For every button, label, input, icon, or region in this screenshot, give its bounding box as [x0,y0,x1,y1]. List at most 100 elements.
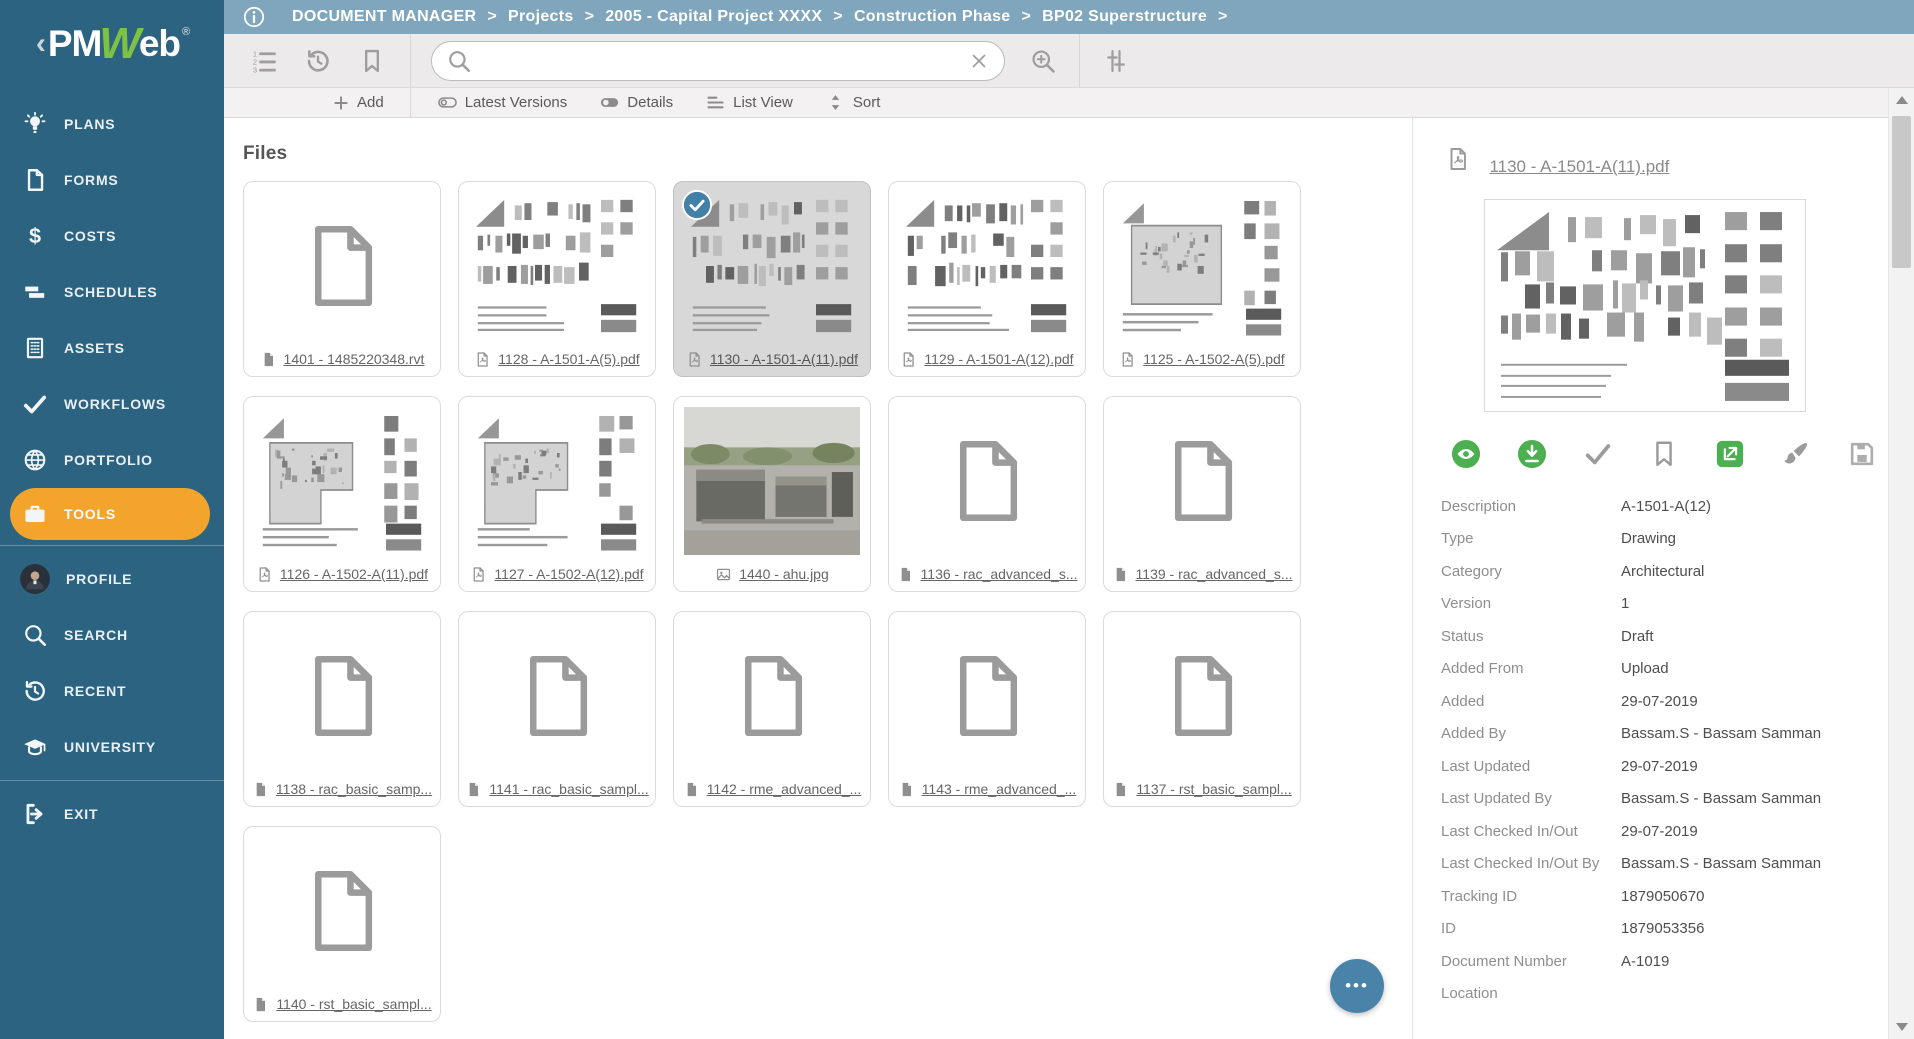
pdf-icon [686,351,703,368]
action-bookmark-button[interactable] [1649,439,1679,469]
file-name-link[interactable]: 1127 - A-1502-A(12).pdf [494,566,643,582]
file-card[interactable]: 1401 - 1485220348.rvt [243,181,441,377]
bookmark-button[interactable] [356,45,388,77]
sidebar-item-schedules[interactable]: SCHEDULES [0,264,224,320]
toolbar-details-button[interactable]: Details [583,88,689,117]
sidebar-item-profile[interactable]: PROFILE [0,551,224,607]
building-icon [22,335,48,361]
action-download-button[interactable] [1517,439,1547,469]
file-name-link[interactable]: 1128 - A-1501-A(5).pdf [498,351,639,367]
sidebar-item-plans[interactable]: PLANS [0,96,224,152]
action-save-button[interactable] [1847,439,1877,469]
file-card[interactable]: 1136 - rac_advanced_s... [888,396,1086,592]
file-card[interactable]: 1141 - rac_basic_sampl... [458,611,656,807]
sidebar-item-forms[interactable]: FORMS [0,152,224,208]
filter-settings-button[interactable] [1100,45,1132,77]
sidebar-item-label: EXIT [64,806,98,822]
file-name-link[interactable]: 1143 - rme_advanced_... [922,781,1077,797]
file-card[interactable]: 1128 - A-1501-A(5).pdf [458,181,656,377]
toolbar-divider [410,34,411,87]
field-label: Added From [1441,660,1621,677]
file-thumbnail [254,192,430,340]
sidebar-item-exit[interactable]: EXIT [0,786,224,842]
sidebar-divider [0,780,224,781]
avatar [20,564,50,594]
sidebar-item-costs[interactable]: $COSTS [0,208,224,264]
file-card[interactable]: 1138 - rac_basic_samp... [243,611,441,807]
sidebar-item-workflows[interactable]: WORKFLOWS [0,376,224,432]
file-preview[interactable] [1484,199,1806,412]
file-card[interactable]: 1126 - A-1502-A(11).pdf [243,396,441,592]
toolbar-list-view-button[interactable]: List View [689,88,809,117]
action-open-edit-button[interactable] [1715,439,1745,469]
file-name-link[interactable]: 1125 - A-1502-A(5).pdf [1143,351,1284,367]
sidebar-item-tools[interactable]: TOOLS [10,488,210,540]
file-name-link[interactable]: 1139 - rac_advanced_s... [1136,566,1293,582]
more-options-button[interactable]: ••• [1330,959,1384,1013]
breadcrumb-separator: > [585,8,595,26]
document-icon [22,167,48,193]
file-card[interactable]: 1125 - A-1502-A(5).pdf [1103,181,1301,377]
file-label: 1139 - rac_advanced_s... [1104,557,1300,591]
file-card[interactable]: 1127 - A-1502-A(12).pdf [458,396,656,592]
action-check-in-out-button[interactable] [1583,439,1613,469]
exit-icon [22,801,48,827]
file-name-link[interactable]: 1130 - A-1501-A(11).pdf [710,351,858,367]
breadcrumb-item[interactable]: BP02 Superstructure [1042,8,1207,26]
action-markup-brush-button[interactable] [1781,439,1811,469]
zoom-search-button[interactable] [1027,45,1059,77]
file-card[interactable]: 1139 - rac_advanced_s... [1103,396,1301,592]
scrollbar-thumb[interactable] [1892,116,1911,268]
toolbar-latest-versions-button[interactable]: Latest Versions [421,88,584,117]
file-name-link[interactable]: 1142 - rme_advanced_... [707,781,862,797]
selected-file-link[interactable]: 1130 - A-1501-A(11).pdf [1489,157,1669,177]
toggle-off-icon [437,92,458,113]
toolbar-divider [410,88,411,118]
search-input[interactable] [482,42,956,80]
breadcrumb-item[interactable]: DOCUMENT MANAGER [292,8,476,26]
toolbar-sort-button[interactable]: Sort [809,88,897,117]
file-name-link[interactable]: 1126 - A-1502-A(11).pdf [280,566,428,582]
file-card[interactable]: 1142 - rme_advanced_... [673,611,871,807]
sidebar-item-university[interactable]: UNIVERSITY [0,719,224,775]
file-name-link[interactable]: 1440 - ahu.jpg [739,566,829,582]
detail-field-row: DescriptionA-1501-A(12) [1441,490,1888,523]
file-name-link[interactable]: 1137 - rst_basic_sampl... [1136,781,1291,797]
sidebar-item-label: TOOLS [64,506,116,522]
file-card[interactable]: 1137 - rst_basic_sampl... [1103,611,1301,807]
sidebar-item-search[interactable]: SEARCH [0,607,224,663]
file-card[interactable]: 1440 - ahu.jpg [673,396,871,592]
file-name-link[interactable]: 1141 - rac_basic_sampl... [489,781,648,797]
sidebar-item-label: PROFILE [66,571,132,587]
file-card[interactable]: 1130 - A-1501-A(11).pdf [673,181,871,377]
file-card[interactable]: 1129 - A-1501-A(12).pdf [888,181,1086,377]
breadcrumb-item[interactable]: Projects [508,8,574,26]
sidebar-item-portfolio[interactable]: PORTFOLIO [0,432,224,488]
clear-search-button[interactable] [966,48,992,74]
field-value: 29-07-2019 [1621,758,1698,775]
breadcrumb-item[interactable]: 2005 - Capital Project XXXX [605,8,822,26]
toolbar-add-button[interactable]: Add [316,88,400,117]
scroll-up-arrow[interactable] [1896,96,1908,104]
file-name-link[interactable]: 1136 - rac_advanced_s... [921,566,1078,582]
pdf-icon [1119,351,1136,368]
info-icon[interactable] [242,5,266,29]
action-view-button[interactable] [1451,439,1481,469]
file-name-link[interactable]: 1138 - rac_basic_samp... [276,781,432,797]
file-thumbnail [254,837,430,985]
pmweb-logo[interactable]: ‹PMWeb® [0,0,224,88]
breadcrumb-item[interactable]: Construction Phase [854,8,1011,26]
file-card[interactable]: 1143 - rme_advanced_... [888,611,1086,807]
sidebar-item-assets[interactable]: ASSETS [0,320,224,376]
numbered-list-button[interactable]: 123 [248,45,280,77]
file-name-link[interactable]: 1129 - A-1501-A(12).pdf [924,351,1073,367]
sidebar-item-label: SEARCH [64,627,128,643]
field-value: Architectural [1621,563,1704,580]
vertical-scrollbar[interactable] [1888,88,1914,1039]
file-card[interactable]: 1140 - rst_basic_sampl... [243,826,441,1022]
file-name-link[interactable]: 1140 - rst_basic_sampl... [276,996,431,1012]
scroll-down-arrow[interactable] [1896,1023,1908,1031]
sidebar-item-recent[interactable]: RECENT [0,663,224,719]
history-button[interactable] [302,45,334,77]
file-name-link[interactable]: 1401 - 1485220348.rvt [284,351,425,367]
